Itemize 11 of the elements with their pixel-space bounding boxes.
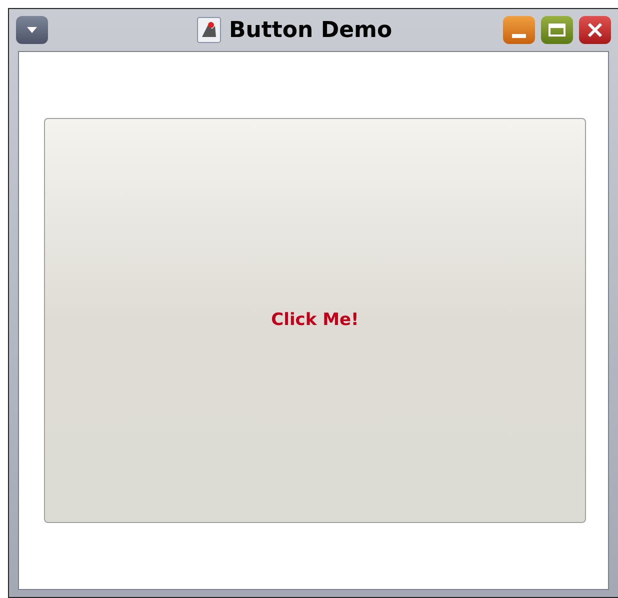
window-menu-button[interactable]: [16, 16, 48, 44]
caret-icon: [26, 26, 38, 34]
window-title: Button Demo: [228, 16, 392, 44]
click-button[interactable]: Click Me!: [44, 118, 586, 523]
close-button[interactable]: [579, 16, 611, 44]
app-icon: [196, 17, 221, 43]
minimize-icon: [512, 34, 526, 38]
maximize-button[interactable]: [541, 16, 573, 44]
maximize-icon: [548, 23, 566, 37]
close-icon: [587, 22, 603, 38]
minimize-button[interactable]: [503, 16, 535, 44]
